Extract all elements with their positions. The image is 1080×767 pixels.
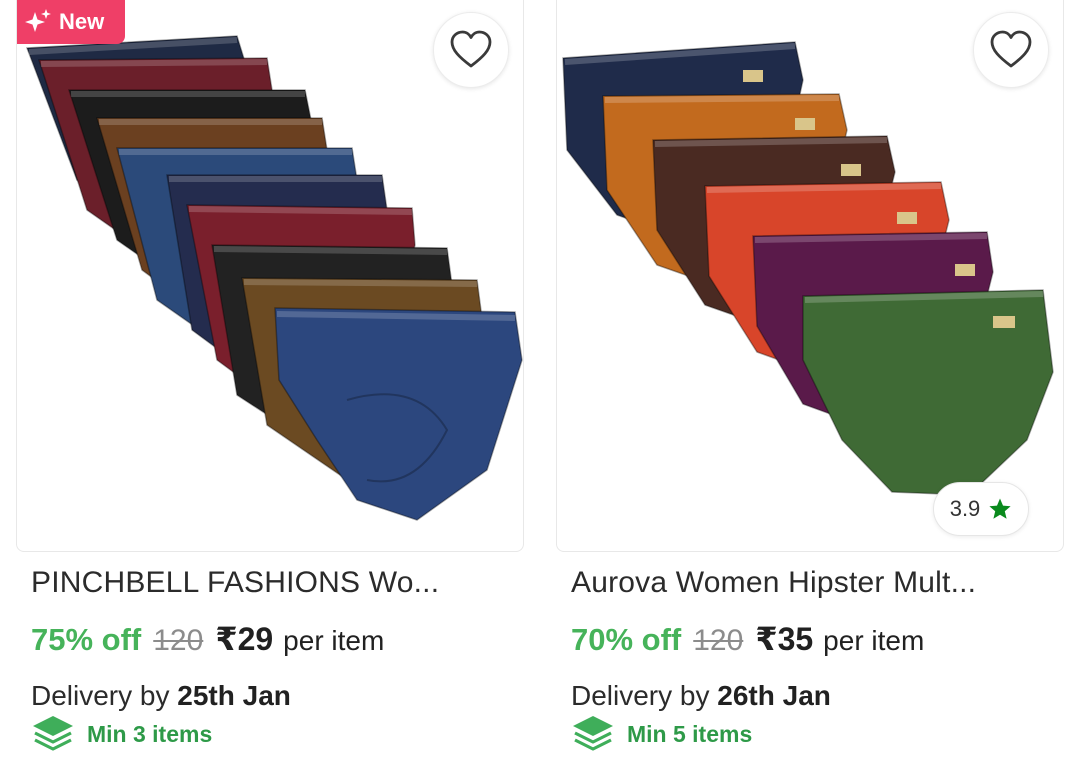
product-image[interactable]: 3.9 — [556, 0, 1064, 552]
delivery-info: Delivery by 25th Jan — [31, 680, 291, 712]
min-items-label: Min 3 items — [87, 720, 213, 747]
wishlist-button[interactable] — [973, 12, 1049, 88]
product-title[interactable]: Aurova Women Hipster Mult... — [571, 566, 1061, 600]
delivery-date: 26th Jan — [717, 680, 831, 711]
sale-price: ₹35 — [755, 621, 814, 657]
delivery-prefix: Delivery by — [31, 680, 170, 711]
heart-outline-icon — [990, 30, 1032, 68]
new-badge: New — [17, 0, 125, 44]
layers-icon — [33, 716, 73, 751]
sale-price: ₹29 — [215, 621, 274, 657]
heart-outline-icon — [450, 30, 492, 68]
product-image[interactable]: New — [16, 0, 524, 552]
original-price: 120 — [693, 624, 744, 657]
delivery-info: Delivery by 26th Jan — [571, 680, 831, 712]
price-row: 75% off 120 ₹29 per item — [31, 620, 384, 658]
layers-icon — [573, 716, 613, 751]
discount-label: 70% off — [571, 622, 682, 657]
product-card-aurova[interactable]: 3.9 Aurova Women Hipster Mult... 70% off… — [556, 0, 1064, 767]
new-badge-label: New — [59, 9, 105, 34]
product-photo-briefs-stack — [25, 35, 523, 521]
original-price: 120 — [153, 624, 204, 657]
rating-value: 3.9 — [949, 496, 981, 521]
product-title[interactable]: PINCHBELL FASHIONS Wo... — [31, 566, 521, 600]
sparkle-icon — [25, 9, 51, 32]
rating-badge: 3.9 — [933, 482, 1029, 536]
per-item-label: per item — [283, 625, 385, 656]
delivery-prefix: Delivery by — [571, 680, 710, 711]
wishlist-button[interactable] — [433, 12, 509, 88]
product-card-pinchbell[interactable]: New PINCHBELL FASHIONS Wo... 75% off 120… — [16, 0, 524, 767]
star-icon — [989, 498, 1011, 519]
min-order-info: Min 5 items — [571, 714, 752, 754]
per-item-label: per item — [823, 625, 925, 656]
min-items-label: Min 5 items — [627, 720, 753, 747]
min-order-info: Min 3 items — [31, 714, 212, 754]
product-photo-briefs-stack — [562, 41, 1054, 496]
price-row: 70% off 120 ₹35 per item — [571, 620, 924, 658]
delivery-date: 25th Jan — [177, 680, 291, 711]
discount-label: 75% off — [31, 622, 142, 657]
